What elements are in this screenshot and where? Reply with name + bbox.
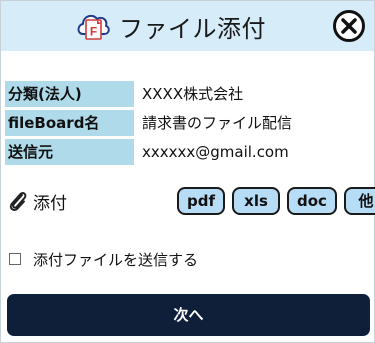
attach-label: 添付 — [33, 193, 67, 214]
category-value: XXXX株式会社 — [142, 85, 244, 103]
next-button[interactable]: 次へ — [7, 294, 370, 336]
dialog-title: ファイル添付 — [119, 14, 266, 43]
category-label: 分類(法人) — [5, 81, 134, 107]
send-attachment-label[interactable]: 添付ファイルを送信する — [33, 249, 198, 270]
type-doc-button[interactable]: doc — [287, 187, 337, 215]
close-icon[interactable] — [332, 9, 366, 43]
fileboard-label: fileBoard名 — [5, 110, 134, 136]
paperclip-icon — [9, 191, 27, 211]
app-icon-letter: F — [90, 25, 97, 39]
dialog-header: F ファイル添付 — [1, 1, 374, 51]
attach-row: 添付 pdf xls doc 他 — [7, 187, 375, 215]
sender-label: 送信元 — [5, 139, 134, 165]
fileboard-value: 請求書のファイル配信 — [142, 114, 293, 132]
type-other-button[interactable]: 他 — [343, 187, 375, 215]
file-type-buttons: pdf xls doc 他 — [177, 187, 375, 215]
type-pdf-button[interactable]: pdf — [177, 187, 226, 215]
send-attachment-option: 添付ファイルを送信する — [9, 248, 198, 270]
file-attach-dialog: F ファイル添付 分類(法人) XXXX株式会社 fileBoard名 請求書の… — [0, 0, 375, 343]
field-row-fileboard: fileBoard名 請求書のファイル配信 — [5, 110, 370, 136]
type-xls-button[interactable]: xls — [232, 187, 281, 215]
send-attachment-checkbox[interactable] — [9, 253, 21, 265]
header-title-group: F ファイル添付 — [75, 6, 266, 46]
field-row-category: 分類(法人) XXXX株式会社 — [5, 81, 370, 107]
app-icon: F — [77, 14, 110, 40]
sender-value: xxxxxx@gmail.com — [142, 143, 289, 161]
field-row-sender: 送信元 xxxxxx@gmail.com — [5, 139, 370, 165]
info-fields: 分類(法人) XXXX株式会社 fileBoard名 請求書のファイル配信 送信… — [5, 81, 370, 168]
